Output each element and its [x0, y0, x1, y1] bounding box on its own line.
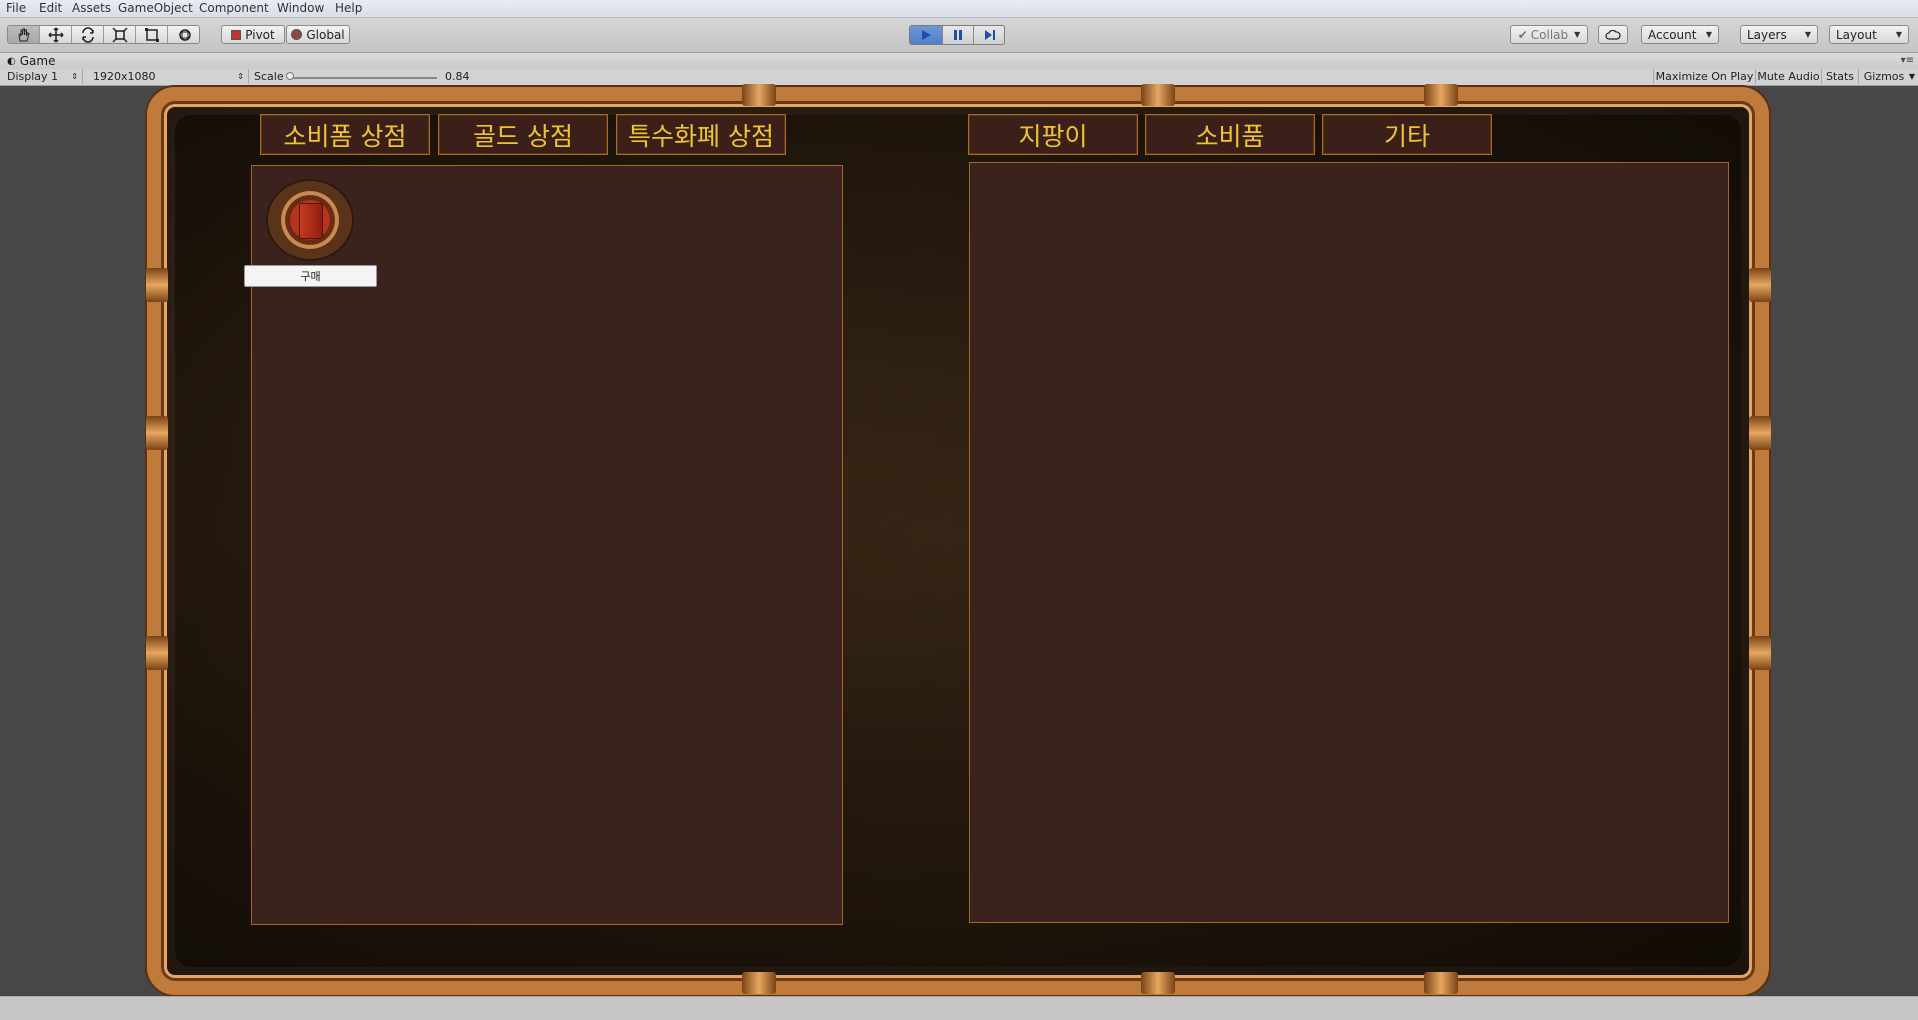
stats-toggle[interactable]: Stats [1822, 69, 1859, 84]
gizmos-dropdown[interactable]: Gizmos [1861, 69, 1907, 84]
pause-button[interactable] [942, 26, 974, 44]
tab-consumables[interactable]: 소비품 [1145, 114, 1315, 155]
layout-label: Layout [1836, 27, 1877, 42]
check-icon: ✔ [1517, 27, 1528, 42]
scale-slider-thumb[interactable] [286, 72, 294, 80]
tab-special-currency-shop[interactable]: 특수화폐 상점 [616, 114, 786, 155]
pivot-icon [231, 29, 242, 40]
transform-tool-icon[interactable] [168, 26, 199, 43]
menu-help[interactable]: Help [335, 1, 362, 15]
pipe-joint [1749, 416, 1771, 450]
menu-assets[interactable]: Assets [72, 1, 111, 15]
maximize-on-play-toggle[interactable]: Maximize On Play [1653, 69, 1756, 84]
status-bar [0, 996, 1918, 1020]
play-icon [922, 30, 931, 40]
account-label: Account [1648, 27, 1697, 42]
cloud-button[interactable] [1598, 25, 1628, 44]
collab-button[interactable]: ✔ Collab ▼ [1510, 25, 1588, 44]
pipe-joint [1749, 636, 1771, 670]
pipe-joint [146, 416, 168, 450]
tab-gold-shop[interactable]: 골드 상점 [438, 114, 608, 155]
tab-strip: ◐ Game ▾≡ [0, 53, 1918, 69]
menu-component[interactable]: Component [199, 1, 269, 15]
menu-gameobject[interactable]: GameObject [118, 1, 193, 15]
pipe-joint [146, 636, 168, 670]
pivot-label: Pivot [245, 27, 275, 42]
hand-tool-icon[interactable] [8, 26, 40, 43]
pipe-joint [742, 84, 776, 106]
step-button[interactable] [974, 26, 1004, 44]
menu-file[interactable]: File [6, 1, 26, 15]
step-icon [985, 30, 995, 40]
scale-label: Scale [254, 70, 284, 83]
scale-value: 0.84 [445, 70, 470, 83]
pause-icon [954, 30, 962, 40]
layout-dropdown[interactable]: Layout ▼ [1829, 25, 1909, 44]
collab-label: Collab [1530, 27, 1569, 42]
game-view-toolbar: Display 1 ⇕ 1920x1080 ⇕ Scale 0.84 Maxim… [0, 69, 1918, 86]
global-button[interactable]: Global [286, 25, 350, 44]
tab-staff[interactable]: 지팡이 [968, 114, 1138, 155]
chevron-down-icon[interactable]: ▼ [1907, 69, 1917, 84]
mute-audio-toggle[interactable]: Mute Audio [1756, 69, 1822, 84]
chevron-down-icon: ▼ [1895, 30, 1902, 39]
scale-slider-track[interactable] [289, 77, 437, 79]
red-door-icon [299, 203, 323, 239]
transform-tools [7, 25, 200, 44]
resolution-dropdown[interactable]: 1920x1080 ⇕ [84, 69, 249, 84]
menu-bar: File Edit Assets GameObject Component Wi… [0, 0, 1918, 18]
pipe-joint [1424, 84, 1458, 106]
pipe-joint [742, 972, 776, 994]
buy-button[interactable]: 구매 [244, 265, 377, 287]
menu-window[interactable]: Window [277, 1, 324, 15]
globe-icon [291, 29, 303, 40]
pipe-joint [146, 268, 168, 302]
pipe-joint [1141, 972, 1175, 994]
chevron-updown-icon: ⇕ [71, 72, 78, 81]
game-tab-icon: ◐ [7, 55, 16, 67]
tab-game[interactable]: ◐ Game [3, 53, 67, 69]
resolution-label: 1920x1080 [93, 70, 156, 83]
play-button[interactable] [910, 26, 942, 44]
game-tab-label: Game [19, 54, 56, 68]
rotate-tool-icon[interactable] [72, 26, 104, 43]
item-tome-icon[interactable] [268, 181, 352, 259]
chevron-down-icon: ▼ [1705, 30, 1712, 39]
scale-tool-icon[interactable] [104, 26, 136, 43]
layers-label: Layers [1747, 27, 1787, 42]
pivot-button[interactable]: Pivot [221, 25, 285, 44]
toolbar: Pivot Global ✔ Collab ▼ Account ▼ Layers… [0, 18, 1918, 53]
play-controls [909, 25, 1005, 45]
tab-consumable-shop[interactable]: 소비폼 상점 [260, 114, 430, 155]
menu-edit[interactable]: Edit [39, 1, 62, 15]
chevron-down-icon: ▼ [1574, 30, 1581, 39]
pipe-joint [1424, 972, 1458, 994]
pipe-joint [1141, 84, 1175, 106]
inventory-panel [969, 162, 1729, 923]
chevron-down-icon: ▼ [1804, 30, 1811, 39]
chevron-updown-icon: ⇕ [237, 72, 244, 81]
tab-menu-icon[interactable]: ▾≡ [1901, 55, 1914, 66]
display-label: Display 1 [7, 70, 59, 83]
pipe-joint [1749, 268, 1771, 302]
global-label: Global [306, 27, 345, 42]
tab-etc[interactable]: 기타 [1322, 114, 1492, 155]
cloud-icon [1605, 29, 1621, 40]
move-tool-icon[interactable] [40, 26, 72, 43]
account-dropdown[interactable]: Account ▼ [1641, 25, 1719, 44]
display-dropdown[interactable]: Display 1 ⇕ [0, 69, 83, 84]
rect-tool-icon[interactable] [136, 26, 168, 43]
layers-dropdown[interactable]: Layers ▼ [1740, 25, 1818, 44]
